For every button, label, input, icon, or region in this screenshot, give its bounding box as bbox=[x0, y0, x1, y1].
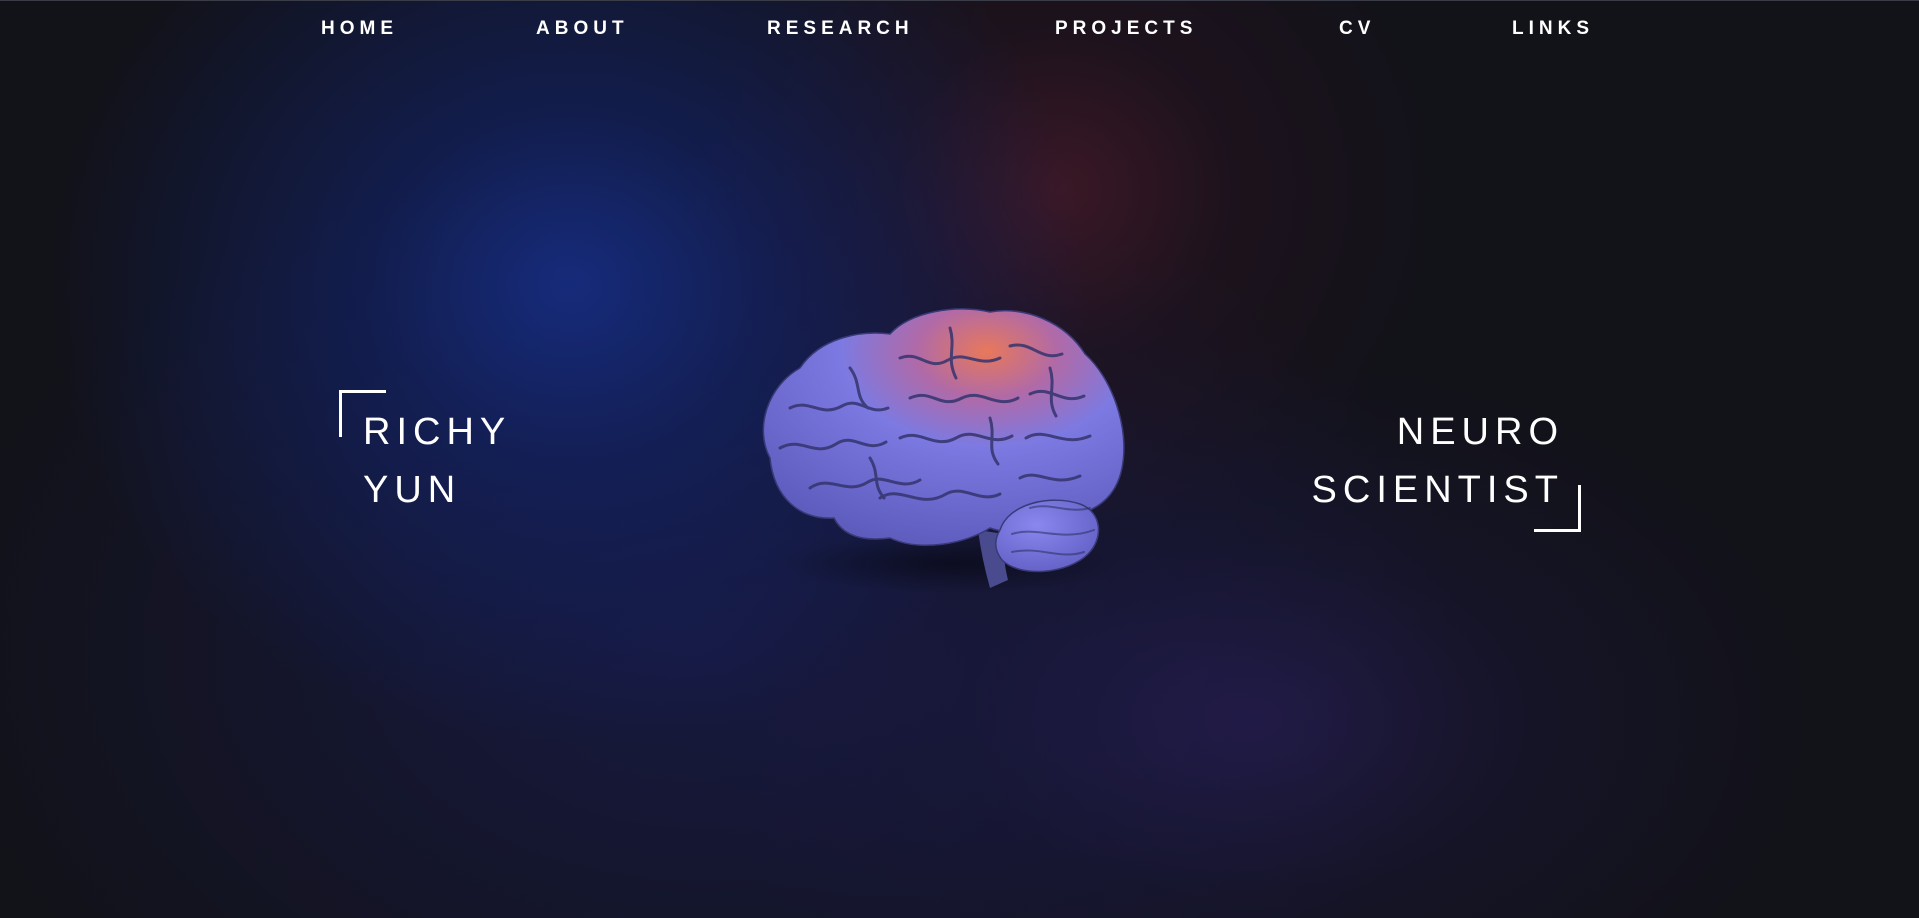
nav-about[interactable]: ABOUT bbox=[536, 18, 629, 40]
hero-title: NEURO SCIENTIST bbox=[1240, 403, 1564, 519]
nav-research[interactable]: RESEARCH bbox=[767, 18, 914, 40]
nav-links[interactable]: LINKS bbox=[1512, 18, 1594, 40]
nav-cv[interactable]: CV bbox=[1339, 18, 1375, 40]
corner-bracket-bottom-right bbox=[1534, 485, 1581, 532]
nav-projects[interactable]: PROJECTS bbox=[1055, 18, 1197, 40]
main-nav: HOME ABOUT RESEARCH PROJECTS CV LINKS bbox=[0, 0, 1919, 58]
hero-name-last: YUN bbox=[363, 469, 462, 511]
hero-name-first: RICHY bbox=[363, 411, 512, 453]
hero-title-line1: NEURO bbox=[1396, 411, 1564, 453]
hero-title-line2: SCIENTIST bbox=[1311, 469, 1564, 511]
brain-image bbox=[762, 308, 1125, 593]
nav-home[interactable]: HOME bbox=[321, 18, 398, 40]
hero-name: RICHY YUN bbox=[363, 403, 511, 519]
